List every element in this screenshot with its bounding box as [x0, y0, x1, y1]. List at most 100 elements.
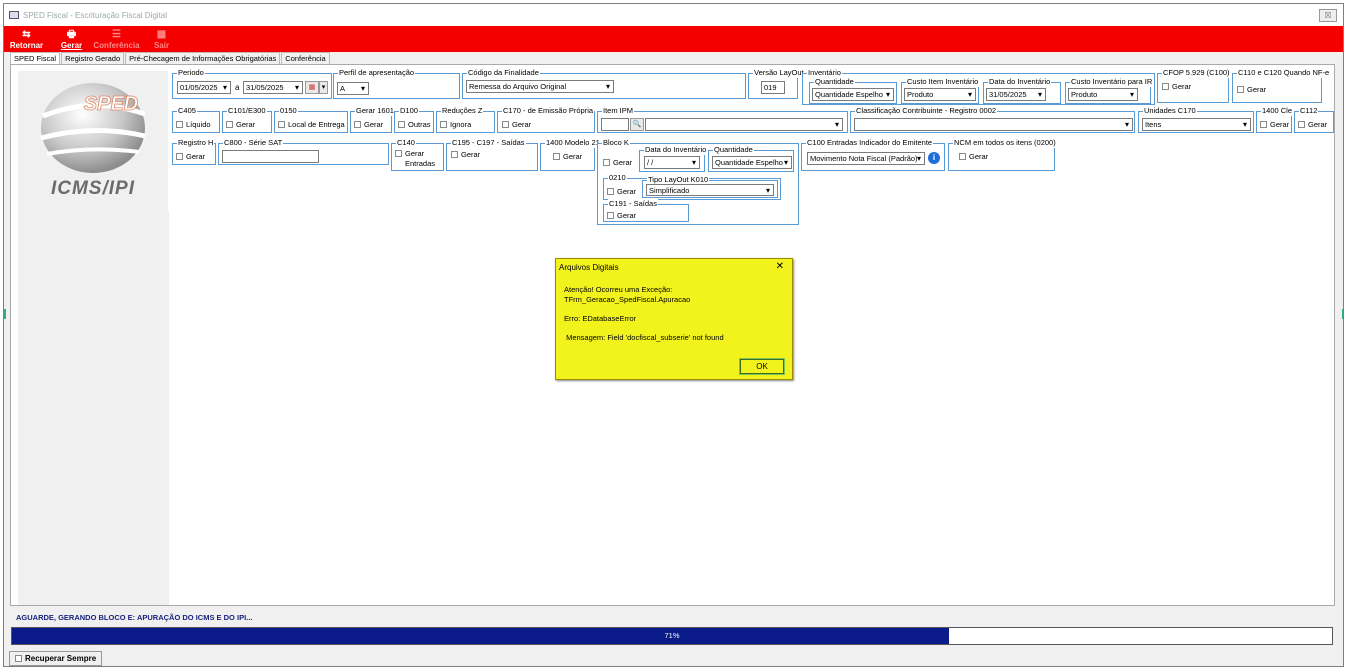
window-title: SPED Fiscal - Escrituração Fiscal Digita… — [23, 10, 168, 20]
toolbar-gerar-button[interactable]: 🖶 Gerar — [49, 26, 94, 52]
c191-group: C191 - Saídas Gerar — [603, 199, 689, 222]
registro-h-label: Registro H — [177, 138, 215, 148]
sped-logo-text: SPED — [84, 93, 138, 115]
gerar1601-group: Gerar 1601 Gerar — [350, 106, 395, 133]
close-window-button[interactable]: ☒ — [1319, 9, 1337, 22]
versao-group: Versão LayOut 019 — [748, 68, 805, 99]
finalidade-select[interactable]: Remessa do Arquivo Original — [466, 80, 614, 93]
r1400cle-label: 1400 Cle — [1261, 106, 1294, 116]
bloco-k-quantidade-select[interactable]: Quantidade Espelho — [712, 156, 792, 169]
ok-button[interactable]: OK — [739, 358, 785, 375]
bloco-k-gerar-checkbox[interactable]: Gerar — [603, 158, 632, 167]
r0150-label: 0150 — [279, 106, 298, 116]
data-inventario-field[interactable]: 31/05/2025 — [986, 88, 1046, 101]
periodo-to-field[interactable]: 31/05/2025 — [243, 81, 303, 94]
c110-gerar-checkbox[interactable]: Gerar — [1237, 85, 1266, 94]
c405-liquido-checkbox[interactable]: Líquido — [176, 120, 211, 129]
versao-field[interactable]: 019 — [761, 81, 785, 94]
c191-gerar-checkbox[interactable]: Gerar — [607, 211, 636, 220]
toolbar-retornar-button[interactable]: ⇆ Retornar — [4, 26, 49, 52]
r1400m21-group: 1400 Modelo 21 Gerar — [540, 138, 601, 171]
perfil-select[interactable]: A — [337, 82, 369, 95]
custo-ir-select[interactable]: Produto — [1068, 88, 1138, 101]
c112-gerar-checkbox[interactable]: Gerar — [1298, 120, 1327, 129]
tab-sped-fiscal[interactable]: SPED Fiscal — [10, 52, 61, 64]
c140-group: C140 Gerar Entradas — [391, 138, 444, 171]
recuperar-sempre-checkbox[interactable]: Recuperar Sempre — [9, 651, 103, 666]
bloco-k-group: Bloco K Gerar Data do Inventário / / Qua… — [597, 138, 799, 225]
periodo-label: Periodo — [177, 68, 205, 78]
c195-gerar-checkbox[interactable]: Gerar — [451, 150, 480, 159]
periodo-from-field[interactable]: 01/05/2025 — [177, 81, 231, 94]
c101-gerar-checkbox[interactable]: Gerar — [226, 120, 255, 129]
periodo-menu-button[interactable]: ▾ — [319, 81, 328, 94]
classificacao-select[interactable] — [854, 118, 1133, 131]
left-splitter[interactable] — [4, 309, 6, 319]
c800-serie-field[interactable] — [222, 150, 319, 163]
finalidade-label: Código da Finalidade — [467, 68, 540, 78]
custo-item-label: Custo Item Inventário — [906, 77, 980, 87]
bloco-k-data-group: Data do Inventário / / — [639, 145, 708, 172]
r0150-local-entrega-checkbox[interactable]: Local de Entrega — [278, 120, 345, 129]
r1400cle-gerar-checkbox[interactable]: Gerar — [1260, 120, 1289, 129]
toolbar-conferncia-button[interactable]: ☰ Conferência — [93, 26, 139, 52]
c100-select[interactable]: Movimento Nota Fiscal (Padrão) — [807, 152, 925, 165]
data-inventario-label: Data do Inventário — [988, 77, 1052, 87]
d100-label: D100 — [399, 106, 419, 116]
unidades-select[interactable]: Itens — [1142, 118, 1251, 131]
ncm-gerar-checkbox[interactable]: Gerar — [959, 152, 988, 161]
recuperar-sempre-label: Recuperar Sempre — [25, 654, 97, 663]
list-icon: ☰ — [112, 29, 121, 40]
r1400m21-gerar-checkbox[interactable]: Gerar — [553, 152, 582, 161]
tab-bar: SPED Fiscal Registro Gerado Pré-Checagem… — [10, 52, 331, 64]
inventario-quantidade-select[interactable]: Quantidade Espelho — [812, 88, 894, 101]
c140-gerar-checkbox[interactable]: Gerar — [395, 149, 424, 158]
calendar-icon[interactable]: ▦ — [305, 81, 319, 94]
bloco-k-quantidade-group: Quantidade Quantidade Espelho — [708, 145, 794, 172]
info-icon[interactable]: i — [928, 152, 940, 164]
custo-ir-group: Custo Inventário para IR Produto — [1065, 77, 1154, 104]
r0210-gerar-checkbox[interactable]: Gerar — [607, 187, 636, 196]
bloco-k-data-field[interactable]: / / — [644, 156, 700, 169]
c195-label: C195 - C197 - Saídas — [451, 138, 526, 148]
gerar1601-checkbox[interactable]: Gerar — [354, 120, 383, 129]
toolbar-sair-button[interactable]: ▦ Sair — [139, 26, 184, 52]
periodo-separator: a — [235, 83, 240, 92]
perfil-group: Perfil de apresentação A — [333, 68, 460, 99]
close-icon[interactable]: ✕ — [776, 261, 784, 272]
bloco-k-data-label: Data do Inventário — [644, 145, 708, 155]
c170-gerar-checkbox[interactable]: Gerar — [502, 120, 531, 129]
classificacao-group: Classificação Contribuinte - Registro 00… — [850, 106, 1135, 133]
tipo-layout-select[interactable]: Simplificado — [646, 184, 774, 196]
sped-logo: SPED ICMS/IPI — [18, 71, 168, 212]
reducoes-ignora-checkbox[interactable]: Ignora — [440, 120, 471, 129]
r1400m21-label: 1400 Modelo 21 — [545, 138, 601, 148]
r0210-label: 0210 — [608, 173, 627, 183]
inventario-quantidade-group: Quantidade Quantidade Espelho — [809, 77, 897, 104]
c110-label: C110 e C120 Quando NF-e — [1237, 68, 1331, 78]
icms-ipi-label: ICMS/IPI — [50, 178, 135, 199]
c195-group: C195 - C197 - Saídas Gerar — [446, 138, 538, 171]
dialog-title: Arquivos Digitais — [559, 263, 619, 272]
tab-pre-checagem[interactable]: Pré-Checagem de Informações Obrigatórias — [125, 52, 281, 64]
c140-entradas-label: Entradas — [405, 159, 436, 168]
right-splitter[interactable] — [1342, 309, 1343, 319]
bloco-k-label: Bloco K — [602, 138, 630, 148]
d100-outras-checkbox[interactable]: Outras — [398, 120, 431, 129]
item-ipm-code-field[interactable] — [601, 118, 629, 131]
cfop-gerar-checkbox[interactable]: Gerar — [1162, 82, 1191, 91]
custo-item-group: Custo Item Inventário Produto — [901, 77, 980, 104]
cfop-label: CFOP 5.929 (C100) — [1162, 68, 1231, 78]
exit-icon: ▦ — [156, 29, 167, 40]
registro-h-gerar-checkbox[interactable]: Gerar — [176, 152, 205, 161]
c140-label: C140 — [396, 138, 416, 148]
left-panel — [18, 211, 169, 605]
unidades-label: Unidades C170 — [1143, 106, 1197, 116]
classificacao-label: Classificação Contribuinte - Registro 00… — [855, 106, 998, 116]
tab-conferencia[interactable]: Conferência — [281, 52, 330, 64]
item-ipm-select[interactable] — [645, 118, 843, 131]
custo-item-select[interactable]: Produto — [904, 88, 976, 101]
c110-group: C110 e C120 Quando NF-e Gerar — [1232, 68, 1331, 103]
tab-registro-gerado[interactable]: Registro Gerado — [61, 52, 125, 64]
search-icon[interactable]: 🔍 — [630, 118, 644, 131]
